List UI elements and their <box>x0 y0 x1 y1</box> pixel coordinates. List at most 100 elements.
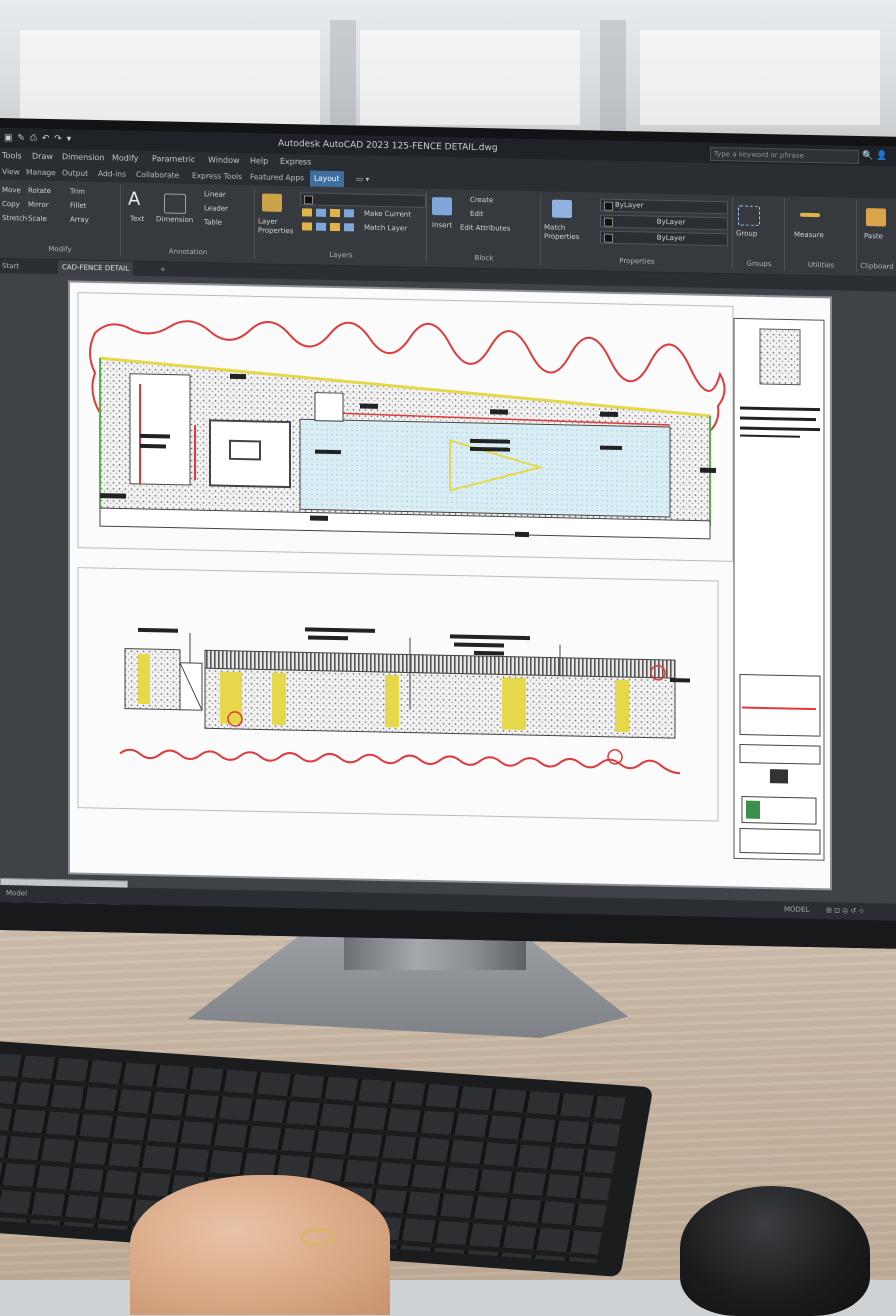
stretch-button[interactable]: Stretch <box>2 214 27 224</box>
model-tab[interactable]: Model <box>6 885 27 902</box>
table-button[interactable]: Table <box>204 218 222 227</box>
lineweight-dropdown[interactable]: ByLayer <box>600 230 728 247</box>
measure-icon[interactable] <box>800 212 820 218</box>
scale-button[interactable]: Scale <box>28 215 47 224</box>
logo-mark <box>746 800 760 819</box>
text-button[interactable]: Text <box>130 215 144 224</box>
make-current-button[interactable]: Make Current <box>364 210 411 220</box>
pump-room <box>314 392 344 422</box>
tab-add-ins[interactable]: Add-ins <box>98 166 126 183</box>
mirror-button[interactable]: Mirror <box>28 201 49 210</box>
dimension-button[interactable]: Dimension <box>156 215 193 225</box>
autocad-window: ▣ ✎ ⎙ ↶ ↷ ▾ Autodesk AutoCAD 2023 125-FE… <box>0 128 896 921</box>
panel-label[interactable]: Modify <box>0 244 120 255</box>
panel-block: Insert Create Edit Edit Attributes Block <box>428 190 541 266</box>
stamp <box>770 769 788 784</box>
panel-layers: Layer Properties Make Current Match Laye… <box>256 187 427 263</box>
move-button[interactable]: Move <box>2 186 21 195</box>
quick-access-toolbar[interactable]: ▣ ✎ ⎙ ↶ ↷ ▾ <box>4 128 72 149</box>
panel-properties: Match Properties ByLayer ByLayer ByLayer… <box>542 193 733 270</box>
cad-drawing <box>77 292 825 861</box>
mouse <box>680 1186 870 1316</box>
tab-express-tools[interactable]: Express Tools <box>192 168 242 185</box>
panel-label[interactable]: Utilities <box>786 260 856 270</box>
insert-button[interactable]: Insert <box>432 221 452 230</box>
measure-button[interactable]: Measure <box>794 231 824 241</box>
ring <box>300 1228 336 1246</box>
panel-modify: Move Rotate Trim Copy Mirror Fillet Stre… <box>0 182 121 257</box>
menu-parametric[interactable]: Parametric <box>152 151 195 168</box>
panel-groups: Group Groups <box>734 197 785 271</box>
linear-button[interactable]: Linear <box>204 190 226 199</box>
match-properties-button[interactable]: Match Properties <box>544 223 584 242</box>
match-layer-button[interactable]: Match Layer <box>364 224 407 234</box>
status-tools-icon[interactable]: ⊞ ⊡ ◎ ↺ ⊹ <box>826 902 864 920</box>
doc-tab-current[interactable]: CAD-FENCE DETAIL <box>58 260 134 276</box>
layer-tool-icon[interactable] <box>302 222 312 231</box>
panel-label[interactable]: Properties <box>542 255 732 267</box>
panel-annotation: A Text Dimension Linear Leader Table Ann… <box>122 184 255 260</box>
search-input[interactable]: Type a keyword or phrase <box>710 146 859 164</box>
edit-attributes-button[interactable]: Edit Attributes <box>460 224 510 234</box>
panel-label[interactable]: Groups <box>734 259 784 269</box>
panel-label[interactable]: Clipboard <box>858 262 896 271</box>
menu-dimension[interactable]: Dimension <box>62 149 105 166</box>
menu-express[interactable]: Express <box>280 154 311 171</box>
model-space-toggle[interactable]: MODEL <box>784 901 809 919</box>
menu-tools[interactable]: Tools <box>2 148 22 164</box>
menu-help[interactable]: Help <box>250 153 268 169</box>
panel-utilities: Measure Utilities <box>786 198 857 272</box>
layer-tool-icon[interactable] <box>302 208 312 217</box>
layer-properties-icon[interactable] <box>262 193 282 212</box>
new-tab-icon[interactable]: + <box>160 262 166 276</box>
color-dropdown[interactable]: ByLayer <box>600 198 728 215</box>
tab-featured-apps[interactable]: Featured Apps <box>250 169 304 186</box>
layer-tool-icon[interactable] <box>330 208 340 218</box>
panel-label[interactable]: Layers <box>256 249 426 261</box>
group-icon[interactable] <box>738 205 760 226</box>
doc-tab-start[interactable]: Start <box>2 259 19 273</box>
layer-tool-icon[interactable] <box>316 222 326 231</box>
tab-manage[interactable]: Manage <box>26 165 56 182</box>
menu-window[interactable]: Window <box>208 152 240 169</box>
fillet-button[interactable]: Fillet <box>70 201 86 210</box>
insert-icon[interactable] <box>432 197 452 216</box>
layer-dropdown[interactable] <box>300 192 426 208</box>
window-light <box>640 30 880 125</box>
text-icon[interactable]: A <box>128 189 148 210</box>
layer-properties-button[interactable]: Layer Properties <box>258 217 298 236</box>
pool <box>299 418 671 518</box>
layer-tool-icon[interactable] <box>344 223 354 232</box>
trim-button[interactable]: Trim <box>70 187 85 196</box>
paste-icon[interactable] <box>866 208 886 227</box>
tab-overflow-icon[interactable]: ▭ ▾ <box>356 171 369 187</box>
edit-button[interactable]: Edit <box>470 210 484 219</box>
match-properties-icon[interactable] <box>552 199 572 218</box>
dimension-icon[interactable] <box>164 193 186 214</box>
layer-tool-icon[interactable] <box>330 222 340 232</box>
panel-clipboard: Paste Clipboard <box>858 200 896 273</box>
create-button[interactable]: Create <box>470 196 493 205</box>
drawing-area[interactable]: · · · · · · · · · · · · · · · · ▸ _ <box>0 273 896 921</box>
tab-collaborate[interactable]: Collaborate <box>136 167 179 184</box>
rotate-button[interactable]: Rotate <box>28 187 51 196</box>
panel-label[interactable]: Block <box>428 253 540 263</box>
tab-layout[interactable]: Layout <box>310 170 344 188</box>
copy-button[interactable]: Copy <box>2 200 20 209</box>
layer-tool-icon[interactable] <box>344 209 354 218</box>
key-plan <box>759 328 801 386</box>
paste-button[interactable]: Paste <box>864 232 883 241</box>
panel-label[interactable]: Annotation <box>122 247 254 258</box>
linetype-dropdown[interactable]: ByLayer <box>600 214 728 231</box>
array-button[interactable]: Array <box>70 215 89 224</box>
hand <box>130 1175 390 1315</box>
tab-output[interactable]: Output <box>62 165 88 182</box>
tab-view[interactable]: View <box>2 164 20 180</box>
user-icon[interactable]: 🔍 👤 <box>862 146 887 167</box>
leader-button[interactable]: Leader <box>204 204 228 214</box>
group-button[interactable]: Group <box>736 229 757 238</box>
pavilion <box>209 419 291 489</box>
menu-modify[interactable]: Modify <box>112 150 139 167</box>
menu-draw[interactable]: Draw <box>32 149 53 165</box>
layer-tool-icon[interactable] <box>316 208 326 217</box>
